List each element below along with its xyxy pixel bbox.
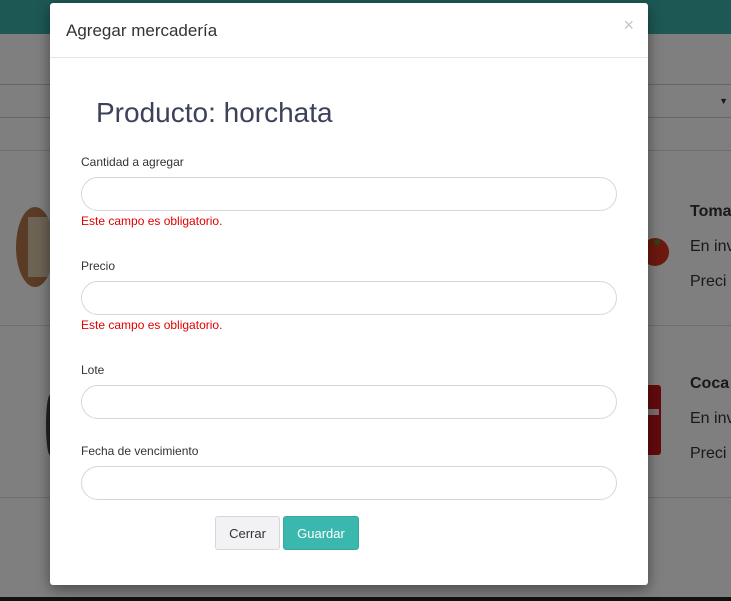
price-input[interactable] — [81, 281, 617, 315]
close-icon[interactable]: × — [623, 15, 634, 36]
quantity-error: Este campo es obligatorio. — [81, 214, 223, 228]
product-heading: Producto: horchata — [96, 97, 333, 128]
price-label: Precio — [81, 259, 116, 273]
expiry-date-label: Fecha de vencimiento — [81, 444, 199, 458]
save-button[interactable]: Guardar — [283, 516, 359, 550]
modal-header: Agregar mercadería × — [50, 3, 648, 58]
lot-input[interactable] — [81, 385, 617, 419]
close-button[interactable]: Cerrar — [215, 516, 280, 550]
price-error: Este campo es obligatorio. — [81, 318, 223, 332]
expiry-date-input[interactable] — [81, 466, 617, 500]
quantity-input[interactable] — [81, 177, 617, 211]
add-stock-modal: Agregar mercadería × Producto: horchata … — [50, 3, 648, 585]
quantity-label: Cantidad a agregar — [81, 155, 184, 169]
lot-label: Lote — [81, 363, 105, 377]
modal-title: Agregar mercadería — [66, 21, 218, 40]
